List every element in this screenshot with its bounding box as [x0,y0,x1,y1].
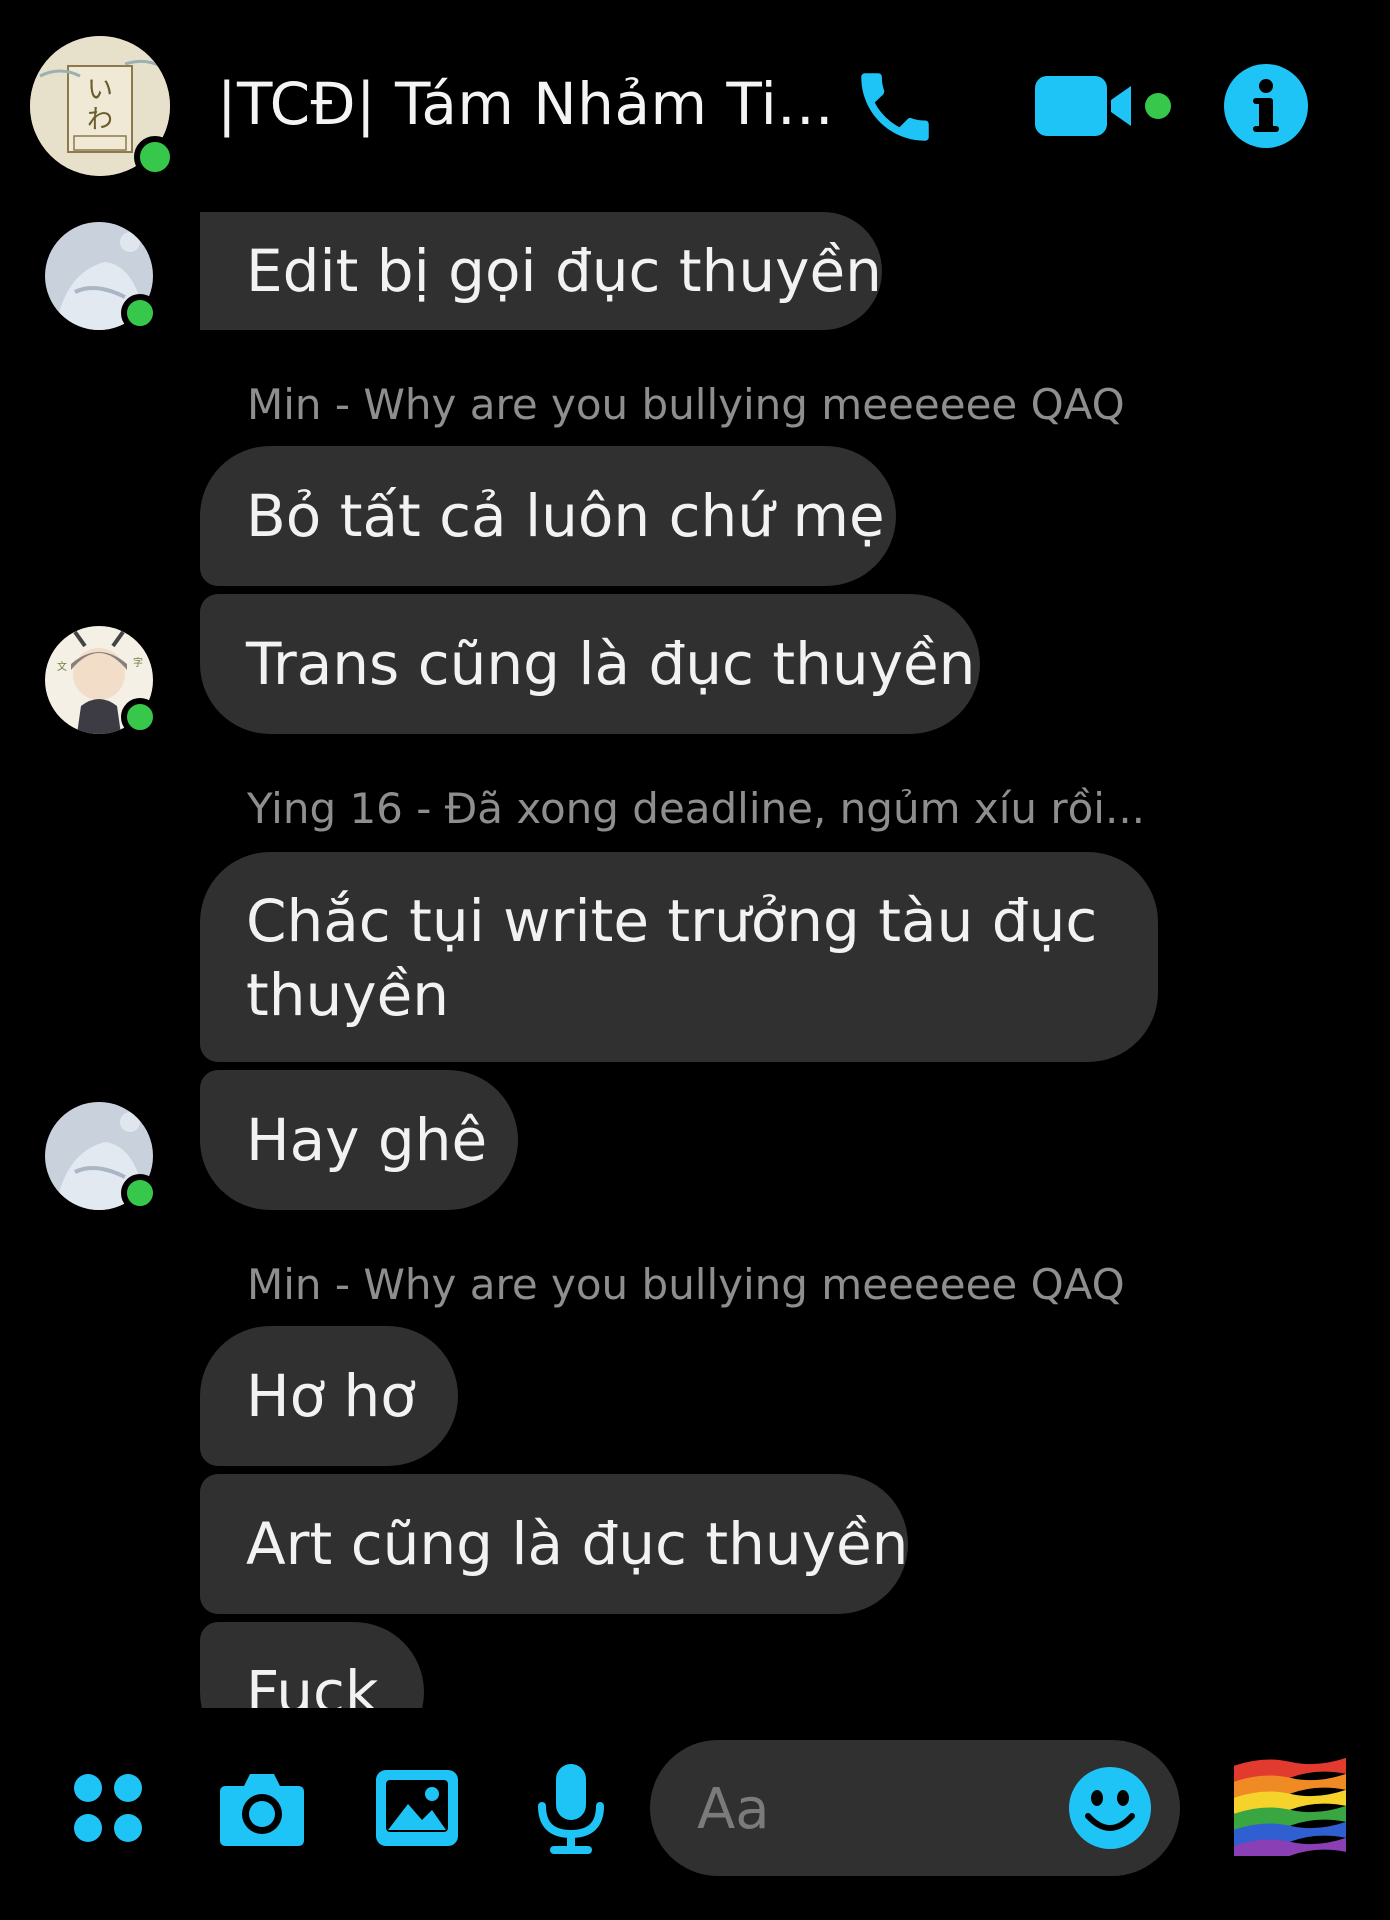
message-bubble[interactable]: Bỏ tất cả luôn chứ mẹ [200,446,896,586]
camera-icon[interactable] [218,1768,306,1848]
message-bubble[interactable]: Art cũng là đục thuyền [200,1474,908,1614]
message-bubble[interactable]: Trans cũng là đục thuyền [200,594,980,734]
chat-header: い わ |TCĐ| Tám Nhảm Ti... [0,0,1390,200]
online-indicator [121,698,159,736]
video-icon[interactable] [1035,70,1175,142]
svg-text:字: 字 [133,656,143,669]
online-indicator [121,1174,159,1212]
sender-name: Min - Why are you bullying meeeeee QAQ [247,1260,1125,1309]
svg-text:文: 文 [57,660,67,673]
message-bubble[interactable]: Hay ghê [200,1070,518,1210]
sender-avatar[interactable] [45,222,159,332]
online-indicator [121,294,159,332]
phone-icon[interactable] [850,62,940,152]
svg-text:わ: わ [87,105,113,135]
apps-icon[interactable] [72,1772,144,1844]
info-icon[interactable] [1222,62,1310,150]
group-avatar[interactable]: い わ [30,36,176,178]
message-bubble[interactable]: Hơ hơ [200,1326,458,1466]
sender-name: Min - Why are you bullying meeeeee QAQ [247,380,1125,429]
rainbow-flag-icon[interactable] [1230,1750,1350,1862]
gallery-icon[interactable] [374,1768,460,1848]
sender-name: Ying 16 - Đã xong deadline, ngủm xíu rồi… [247,784,1146,833]
message-bubble[interactable]: Edit bị gọi đục thuyền [200,212,882,330]
sender-avatar[interactable]: 字 文 [45,626,159,736]
message-bubble[interactable]: Fuck [200,1622,424,1708]
sender-avatar[interactable] [45,1102,159,1212]
message-bubble[interactable]: Chắc tụi write trưởng tàu đục thuyền [200,852,1158,1062]
message-input-container[interactable] [650,1740,1180,1876]
message-input[interactable] [695,1776,1059,1843]
conversation-title[interactable]: |TCĐ| Tám Nhảm Ti... [217,70,834,138]
online-indicator [134,136,176,178]
message-thread[interactable]: Edit bị gọi đục thuyền Min - Why are you… [0,200,1390,1708]
microphone-icon[interactable] [536,1762,606,1856]
svg-text:い: い [87,75,113,105]
emoji-icon[interactable] [1068,1766,1152,1850]
